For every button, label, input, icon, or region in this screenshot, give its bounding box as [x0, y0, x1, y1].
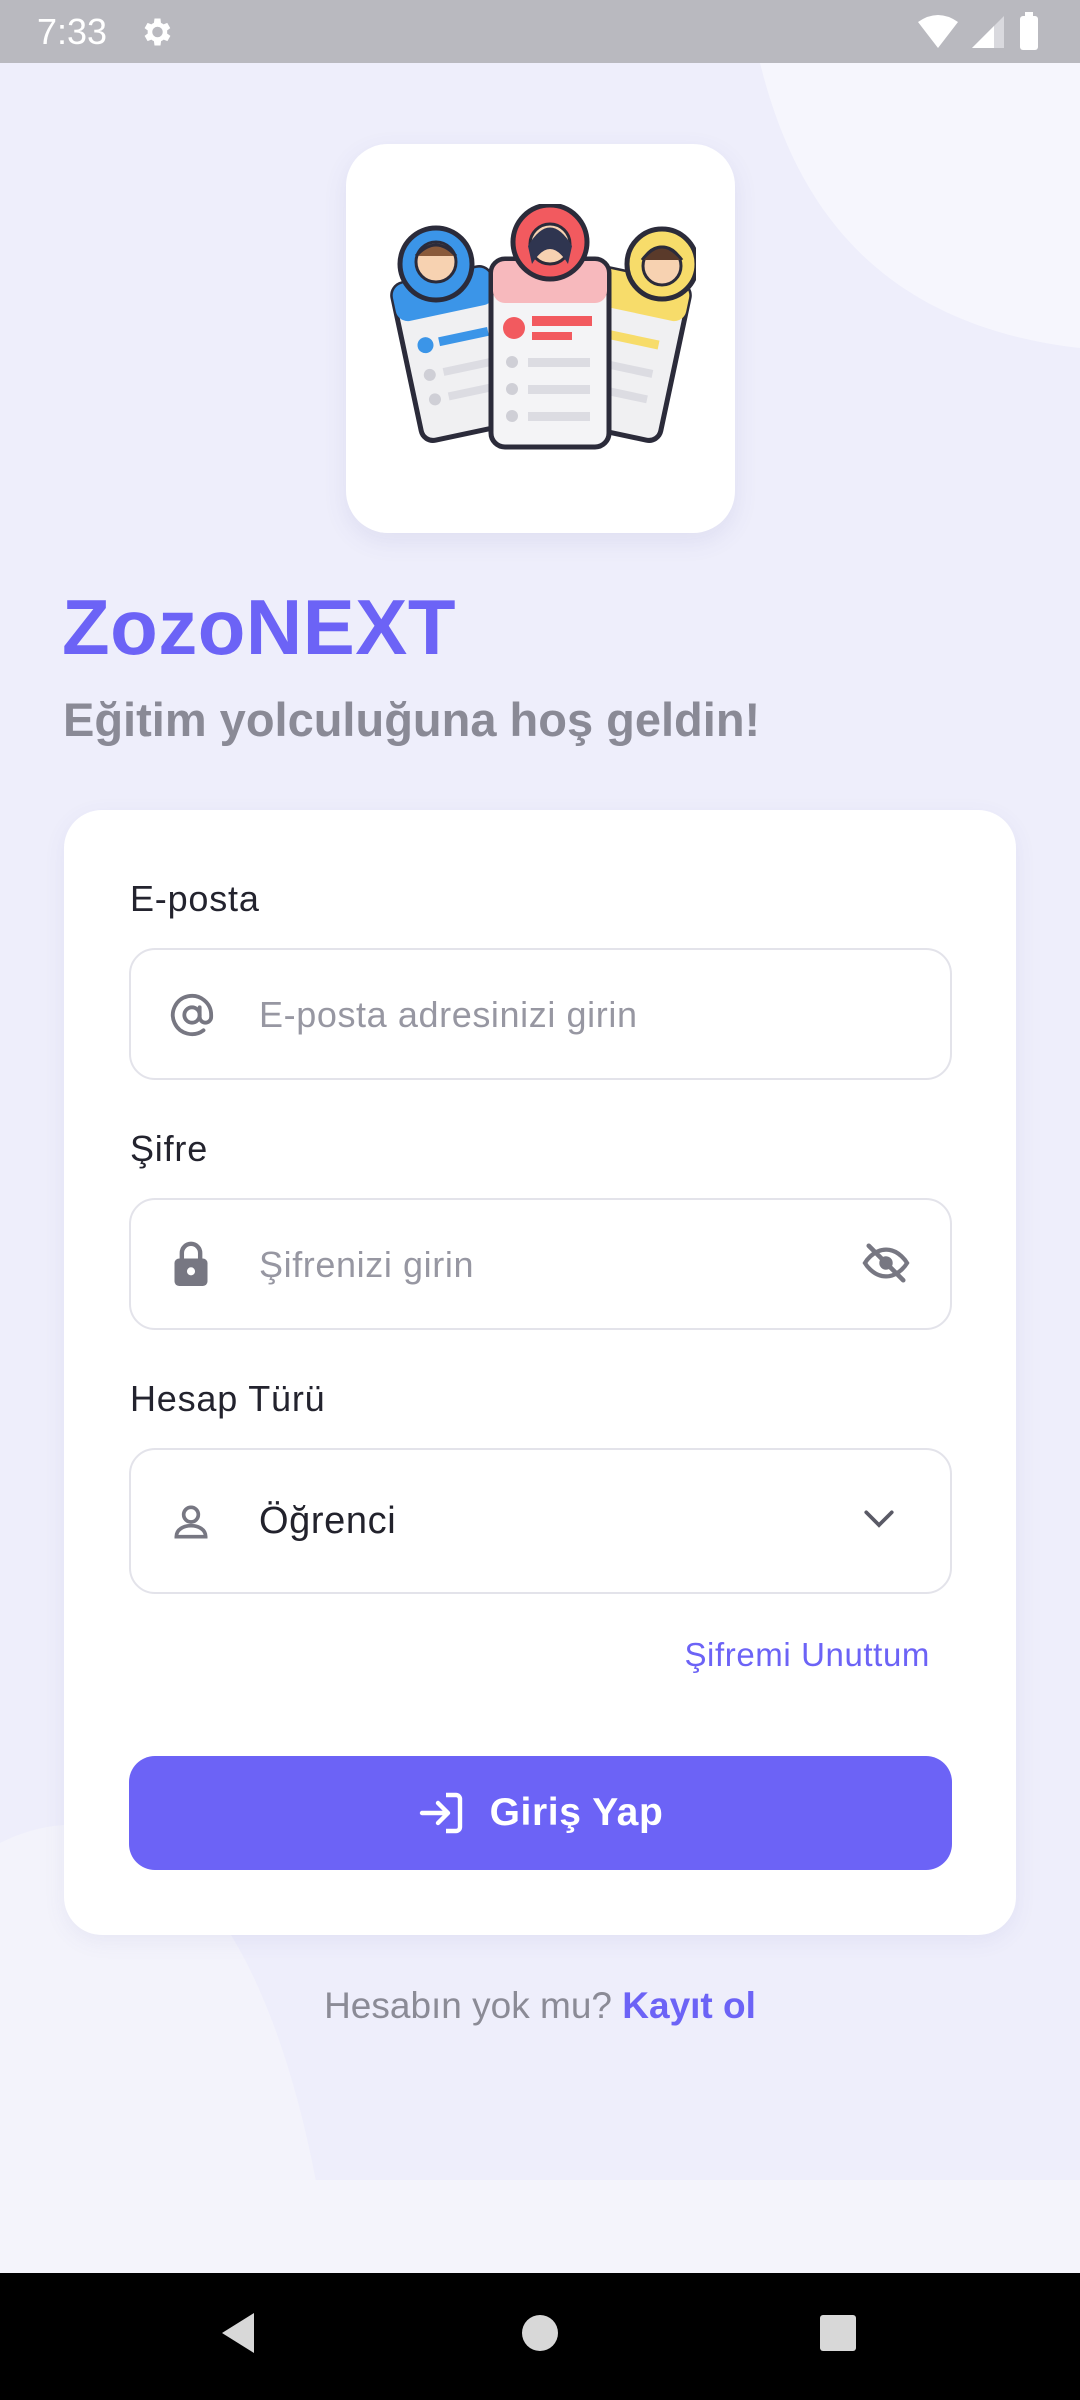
- eye-off-icon[interactable]: [860, 1240, 912, 1286]
- login-form: E-posta E-posta adresinizi girin Şifre Ş…: [64, 810, 1016, 1935]
- signup-prompt: Hesabın yok mu?: [324, 1985, 612, 2026]
- password-placeholder: Şifrenizi girin: [259, 1244, 475, 1285]
- email-label: E-posta: [130, 878, 260, 919]
- battery-icon: [1020, 16, 1038, 50]
- chevron-down-icon: [864, 1510, 894, 1528]
- account-type-value: Öğrenci: [259, 1500, 397, 1542]
- at-sign-icon: [170, 993, 214, 1037]
- app-logo: [346, 144, 735, 533]
- password-field[interactable]: Şifrenizi girin: [129, 1198, 952, 1330]
- login-button[interactable]: Giriş Yap: [129, 1756, 952, 1870]
- bottom-strip: [0, 2180, 1080, 2273]
- account-type-select[interactable]: Öğrenci: [129, 1448, 952, 1594]
- gear-icon: [144, 18, 171, 46]
- status-icons: [918, 12, 1038, 50]
- back-icon[interactable]: [218, 2311, 258, 2355]
- signup-link[interactable]: Kayıt ol: [622, 1985, 756, 2026]
- app-title: ZozoNEXT: [62, 583, 456, 671]
- lock-icon: [174, 1241, 208, 1286]
- email-placeholder: E-posta adresinizi girin: [259, 994, 638, 1035]
- account-type-label: Hesap Türü: [130, 1378, 326, 1419]
- recents-icon[interactable]: [818, 2311, 858, 2355]
- forgot-password-link[interactable]: Şifremi Unuttum: [684, 1636, 930, 1674]
- student-cards-illustration: [390, 204, 696, 450]
- app-subtitle: Eğitim yolculuğuna hoş geldin!: [63, 693, 761, 746]
- login-icon: [419, 1792, 462, 1834]
- wifi-icon: [918, 15, 958, 48]
- password-label: Şifre: [130, 1128, 209, 1169]
- status-time: 7:33: [37, 11, 108, 52]
- login-button-label: Giriş Yap: [489, 1791, 664, 1834]
- home-icon[interactable]: [520, 2311, 560, 2355]
- email-field[interactable]: E-posta adresinizi girin: [129, 948, 952, 1080]
- status-bar: 7:33: [0, 0, 1080, 63]
- system-nav-bar: [0, 2273, 1080, 2400]
- person-icon: [174, 1505, 208, 1539]
- signup-row: Hesabın yok mu? Kayıt ol: [0, 1985, 1080, 2027]
